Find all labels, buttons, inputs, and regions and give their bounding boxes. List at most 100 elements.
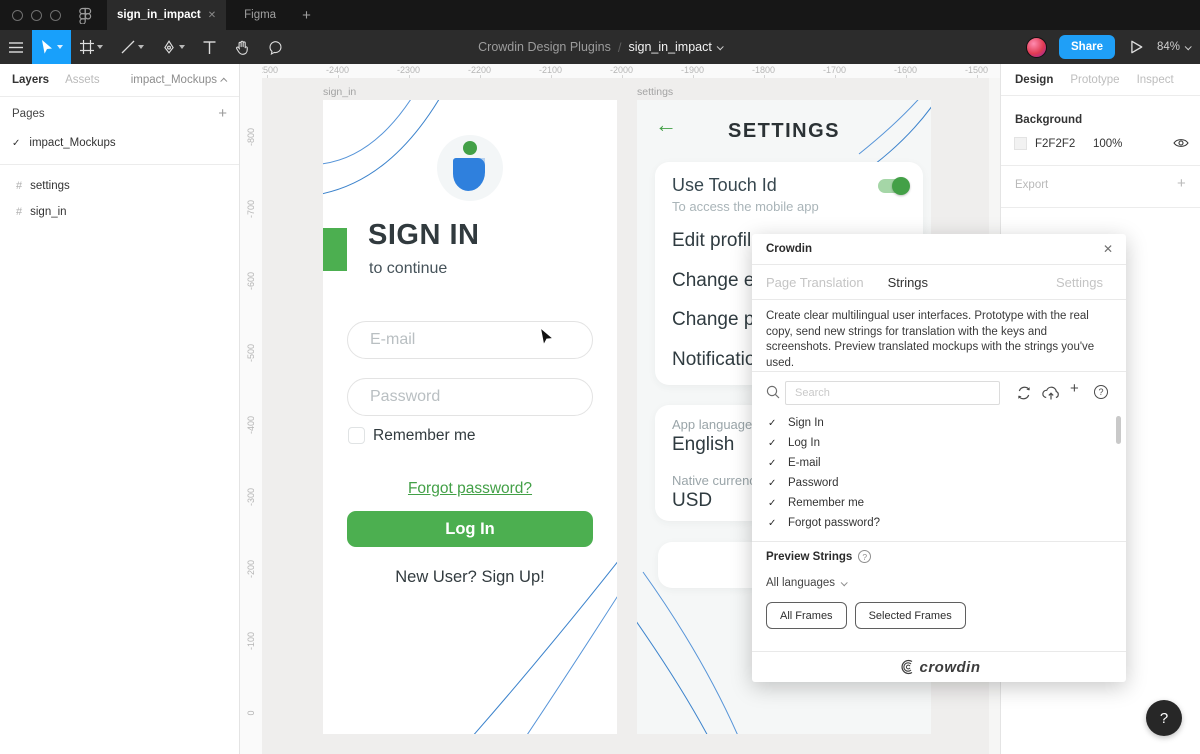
share-button[interactable]: Share — [1059, 35, 1115, 59]
currency-value[interactable]: USD — [672, 490, 712, 512]
add-string-icon[interactable]: + — [1070, 381, 1079, 396]
chevron-down-icon[interactable] — [57, 45, 63, 49]
figma-app-window: sign_in_impact ✕ Figma + — [0, 0, 1200, 754]
tab-prototype[interactable]: Prototype — [1070, 74, 1119, 86]
breadcrumb-project[interactable]: Crowdin Design Plugins — [478, 40, 611, 54]
add-export-button[interactable]: + — [1177, 175, 1186, 192]
frames-button[interactable]: All Frames — [766, 602, 847, 629]
move-tool-button[interactable] — [32, 30, 71, 64]
frame-tool-button[interactable] — [71, 30, 112, 64]
page-item-impact-mockups[interactable]: ✓ impact_Mockups — [0, 130, 239, 156]
ruler-tick-label: -200 — [240, 558, 262, 580]
layer-frame-item[interactable]: # settings — [0, 173, 239, 199]
log-in-button[interactable]: Log In — [347, 511, 593, 547]
tab-figma-home[interactable]: Figma — [226, 9, 294, 21]
email-field[interactable]: E-mail — [347, 321, 593, 359]
chevron-down-icon[interactable] — [97, 45, 103, 49]
close-icon[interactable]: ✕ — [1103, 242, 1113, 256]
zoom-level-control[interactable]: 84% — [1157, 41, 1190, 53]
frame-title-settings[interactable]: settings — [637, 86, 673, 98]
close-window-icon[interactable] — [12, 10, 23, 21]
green-accent-block — [323, 228, 347, 271]
string-label: Remember me — [788, 497, 864, 509]
text-tool-icon — [203, 41, 216, 54]
layer-frame-item[interactable]: # sign_in — [0, 199, 239, 225]
tab-inspect[interactable]: Inspect — [1137, 74, 1174, 86]
app-language-value[interactable]: English — [672, 434, 734, 456]
frames-button[interactable]: Selected Frames — [855, 602, 966, 629]
settings-row[interactable]: Edit profile — [672, 230, 762, 252]
ruler-tick-label: -2400 — [302, 64, 373, 78]
string-list-item[interactable]: ✓ Sign In — [752, 413, 1121, 433]
window-tab-bar: sign_in_impact ✕ Figma + — [0, 0, 1200, 30]
user-avatar[interactable] — [1026, 37, 1047, 58]
frame-title-sign-in[interactable]: sign_in — [323, 86, 356, 98]
string-list-item[interactable]: ✓ Log In — [752, 433, 1121, 453]
tab-page-translation[interactable]: Page Translation — [766, 275, 864, 290]
search-input[interactable] — [785, 381, 1000, 405]
minimize-window-icon[interactable] — [31, 10, 42, 21]
tab-sign-in-impact[interactable]: sign_in_impact ✕ — [107, 0, 226, 30]
main-menu-button[interactable] — [0, 30, 32, 64]
hand-tool-button[interactable] — [225, 30, 259, 64]
ruler-tick-label: -100 — [240, 630, 262, 652]
tab-strings[interactable]: Strings — [888, 275, 928, 290]
page-dropdown[interactable]: impact_Mockups — [131, 74, 227, 86]
sign-in-subtitle: to continue — [369, 260, 447, 278]
add-page-button[interactable]: + — [218, 105, 227, 122]
ruler-tick-label: -300 — [240, 486, 262, 508]
shape-tool-button[interactable] — [112, 30, 153, 64]
remember-me-checkbox[interactable] — [348, 427, 365, 444]
new-tab-button[interactable]: + — [294, 7, 319, 24]
tab-settings[interactable]: Settings — [1056, 275, 1103, 290]
background-color-swatch[interactable] — [1014, 137, 1027, 150]
sign-up-text[interactable]: New User? Sign Up! — [323, 568, 617, 587]
language-filter-dropdown[interactable]: All languages — [766, 577, 846, 589]
password-field[interactable]: Password — [347, 378, 593, 416]
help-icon[interactable]: ? — [1094, 385, 1108, 399]
zoom-window-icon[interactable] — [50, 10, 61, 21]
chevron-down-icon[interactable] — [138, 45, 144, 49]
plugin-footer: crowdin — [752, 651, 1126, 682]
close-tab-icon[interactable]: ✕ — [208, 10, 216, 21]
string-list-item[interactable]: ✓ E-mail — [752, 453, 1121, 473]
background-hex-value[interactable]: F2F2F2 — [1035, 138, 1075, 150]
check-icon: ✓ — [768, 438, 782, 449]
comment-tool-button[interactable] — [259, 30, 292, 64]
currency-label: Native currency — [672, 473, 762, 488]
sign-in-mockup-frame[interactable]: SIGN IN to continue E-mail Password Reme… — [323, 100, 617, 734]
tab-assets[interactable]: Assets — [65, 74, 100, 86]
hand-tool-icon — [234, 39, 250, 55]
text-tool-button[interactable] — [194, 30, 225, 64]
chevron-down-icon[interactable] — [179, 45, 185, 49]
hamburger-icon — [9, 42, 23, 53]
pen-tool-button[interactable] — [153, 30, 194, 64]
touch-id-toggle[interactable] — [878, 179, 908, 193]
sign-in-title: SIGN IN — [368, 219, 479, 252]
string-list-item[interactable]: ✓ Forgot password? — [752, 513, 1121, 533]
toggle-knob — [892, 177, 910, 195]
tab-label: Figma — [244, 9, 276, 21]
tab-design[interactable]: Design — [1015, 74, 1053, 86]
plugin-tabs: Page Translation Strings Settings — [752, 265, 1126, 300]
tab-layers[interactable]: Layers — [12, 74, 49, 86]
sync-icon[interactable] — [1016, 385, 1032, 401]
visibility-eye-icon[interactable] — [1173, 137, 1189, 149]
scrollbar-thumb[interactable] — [1116, 416, 1121, 444]
string-list-item[interactable]: ✓ Remember me — [752, 493, 1121, 513]
present-play-icon[interactable] — [1127, 38, 1145, 56]
string-list-item[interactable]: ✓ Password — [752, 473, 1121, 493]
ruler-tick-label: -1800 — [728, 64, 799, 78]
check-icon: ✓ — [768, 478, 782, 489]
divider — [1001, 165, 1200, 166]
crowdin-plugin-modal: Crowdin ✕ Page Translation Strings Setti… — [752, 234, 1126, 682]
breadcrumb-page-dropdown[interactable]: sign_in_impact — [628, 40, 721, 54]
cloud-upload-icon[interactable] — [1041, 384, 1061, 401]
background-opacity-value[interactable]: 100% — [1093, 138, 1122, 150]
preview-strings-title: Preview Strings ? — [766, 550, 871, 563]
check-icon: ✓ — [768, 518, 782, 529]
forgot-password-link[interactable]: Forgot password? — [323, 480, 617, 498]
info-question-icon[interactable]: ? — [858, 550, 871, 563]
help-button[interactable]: ? — [1146, 700, 1182, 736]
ruler-tick-label: -2300 — [373, 64, 444, 78]
